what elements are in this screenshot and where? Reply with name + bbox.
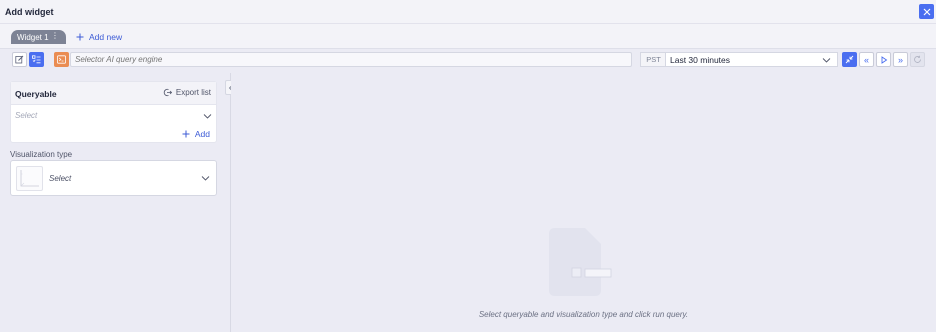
chevron-down-icon[interactable] [203,112,212,120]
close-button[interactable] [919,4,934,19]
add-new-label: Add new [89,32,123,42]
collapse-arrows-button[interactable] [842,52,857,67]
chart-placeholder-icon [16,166,43,191]
chevron-down-icon [822,58,831,63]
dialog-title-bar: Add widget [0,0,936,24]
queryable-card: Queryable Export list Select Add [10,81,217,143]
close-icon [923,8,930,15]
left-panel: Queryable Export list Select Add Visuali… [0,73,223,332]
visualization-type-label: Visualization type [10,150,73,159]
tab-widget-1[interactable]: Widget 1 ⋮ [11,30,66,44]
queryable-select[interactable]: Select [15,111,37,120]
query-toolbar: PST Last 30 minutes « » [0,48,936,73]
terminal-icon [57,55,66,64]
export-icon [163,88,172,97]
time-range-value: Last 30 minutes [670,54,731,65]
export-list-button[interactable]: Export list [163,88,211,97]
shrink-icon [845,55,854,64]
edit-mode-button[interactable] [12,52,27,67]
refresh-button[interactable] [910,52,925,67]
step-back-button[interactable]: « [859,52,874,67]
queryable-header: Queryable Export list [11,82,216,105]
add-new-tab-button[interactable]: Add new [76,32,122,42]
list-builder-icon [32,55,41,64]
builder-mode-button[interactable] [29,52,44,67]
visualization-select-value: Select [49,174,72,183]
plus-icon [182,130,190,138]
pencil-icon [15,55,24,64]
query-input[interactable] [70,52,632,67]
visualization-type-select[interactable]: Select [10,160,217,196]
step-forward-button[interactable]: » [893,52,908,67]
run-query-button[interactable] [876,52,891,67]
chevron-down-icon [201,176,210,181]
add-label: Add [194,129,210,139]
widget-tabs-bar: Widget 1 ⋮ Add new [0,24,936,48]
double-chevron-right-icon: » [897,54,903,65]
empty-document-icon [549,228,612,296]
queryable-title: Queryable [15,89,57,99]
kebab-icon[interactable]: ⋮ [51,31,59,40]
double-chevron-left-icon: « [863,54,869,65]
export-list-label: Export list [175,88,211,97]
plus-icon [76,33,84,41]
timezone-label: PST [640,52,666,67]
dialog-title: Add widget [5,7,54,17]
time-range-select[interactable]: Last 30 minutes [665,52,838,67]
add-queryable-button[interactable]: Add [182,129,210,139]
tab-label: Widget 1 [17,32,49,42]
refresh-icon [914,55,921,63]
empty-state-message: Select queryable and visualization type … [478,310,689,319]
play-icon [881,55,887,64]
widget-preview-area: Select queryable and visualization type … [231,73,936,332]
ai-query-icon[interactable] [54,52,69,67]
